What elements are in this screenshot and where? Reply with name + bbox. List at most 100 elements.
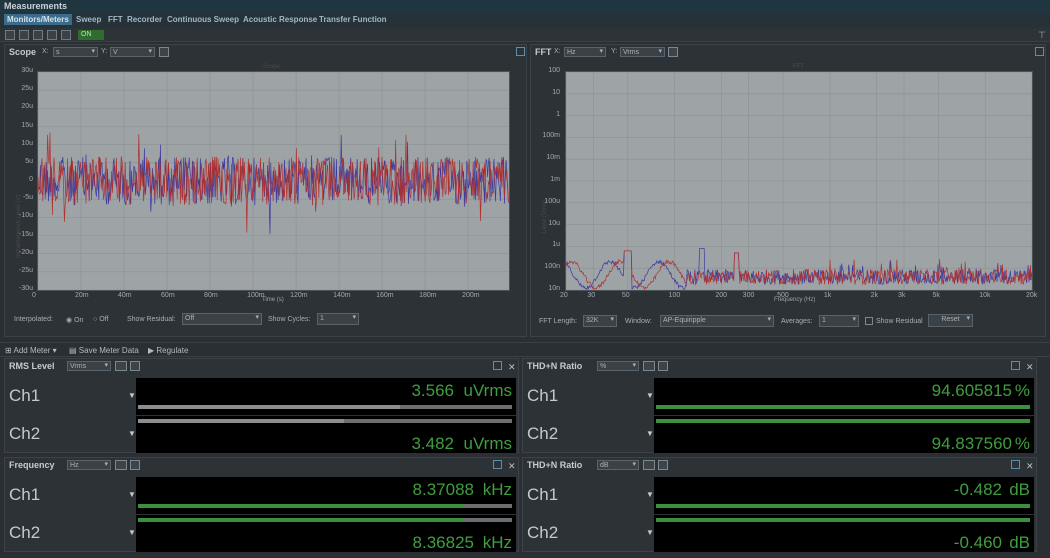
scope-x-tick: 0 — [32, 292, 36, 299]
tab-fft[interactable]: FFT — [108, 15, 123, 24]
record-icon[interactable] — [47, 30, 57, 40]
export-icon[interactable] — [61, 30, 71, 40]
scope-popout-icon[interactable] — [516, 47, 525, 56]
tab-monitors-meters[interactable]: Monitors/Meters — [4, 14, 72, 25]
channel-dropdown-icon[interactable]: ▼ — [128, 528, 136, 537]
tab-continuous-sweep[interactable]: Continuous Sweep — [167, 15, 239, 24]
meter-list-icon[interactable] — [115, 460, 127, 470]
regulate-label: Regulate — [156, 346, 189, 355]
grid-icon[interactable] — [19, 30, 29, 40]
meter-title: RMS Level — [9, 361, 55, 371]
channel-dropdown-icon[interactable]: ▼ — [128, 490, 136, 499]
scope-plot-area[interactable] — [37, 71, 510, 291]
scope-x-tick: 200m — [462, 292, 480, 299]
fft-x-tick: 20 — [560, 292, 568, 299]
meter-unit-select[interactable]: Hz — [67, 460, 111, 470]
fft-length-label: FFT Length: — [539, 318, 578, 325]
meter-readout: 8.37088 kHz — [136, 477, 516, 514]
fft-popout-icon[interactable] — [1035, 47, 1044, 56]
meter-popout-icon[interactable] — [1011, 460, 1020, 469]
scope-y-tick: -30u — [18, 285, 33, 292]
fft-y-tick: 100n — [544, 263, 560, 271]
fft-plot-area[interactable] — [565, 71, 1033, 291]
fft-x-unit-select[interactable]: Hz — [564, 47, 606, 57]
meter-settings-icon[interactable] — [130, 460, 140, 470]
channel-dropdown-icon[interactable]: ▼ — [128, 391, 136, 400]
meter-unit-select[interactable]: dB — [597, 460, 639, 470]
add-meter-button[interactable]: ⊞ Add Meter ▾ — [5, 346, 57, 355]
meter-unit-select[interactable]: Vrms — [67, 361, 111, 371]
fft-y-tick: 100 — [548, 67, 560, 74]
meter-bar — [138, 405, 400, 409]
window-select[interactable]: AP-Equiripple — [660, 315, 774, 327]
tab-sweep[interactable]: Sweep — [76, 15, 101, 24]
meter-unit: dB — [1009, 480, 1030, 499]
measurement-tabs: Monitors/Meters Sweep FFT Recorder Conti… — [0, 13, 1050, 28]
interpolated-off-label: Off — [99, 316, 109, 323]
meter-settings-icon[interactable] — [658, 361, 668, 371]
meter-toolbar: ⊞ Add Meter ▾ ▤ Save Meter Data ▶ Regula… — [0, 342, 1050, 357]
channel-label: Ch2 — [527, 523, 559, 542]
show-cycles-stepper[interactable]: 1 — [317, 313, 359, 325]
scope-y-tick: -25u — [18, 266, 33, 274]
channel-dropdown-icon[interactable]: ▼ — [646, 391, 654, 400]
save-meter-data-button[interactable]: ▤ Save Meter Data — [69, 346, 139, 355]
meter-settings-icon[interactable] — [130, 361, 140, 371]
scope-x-tick: 20m — [75, 292, 89, 299]
meter-unit: kHz — [482, 533, 512, 552]
tab-transfer-function[interactable]: Transfer Function — [319, 15, 387, 24]
meter-unit: kHz — [482, 480, 512, 499]
reset-button[interactable]: Reset — [928, 314, 973, 327]
meter-settings-icon[interactable] — [658, 460, 668, 470]
meter-unit: % — [1014, 434, 1030, 453]
interpolated-off-radio[interactable]: ○ Off — [93, 316, 108, 323]
meter-close-icon[interactable]: ✕ — [508, 461, 516, 472]
interpolated-label: Interpolated: — [14, 316, 53, 323]
fft-y-tick: 10n — [548, 285, 560, 292]
meter-list-icon[interactable] — [643, 460, 655, 470]
fft-ch1-trace — [566, 250, 1032, 290]
show-residual-select[interactable]: Off — [182, 313, 262, 325]
meter-list-icon[interactable] — [643, 361, 655, 371]
channel-dropdown-icon[interactable]: ▼ — [128, 429, 136, 438]
interpolated-on-radio[interactable]: ◉ On — [66, 316, 83, 324]
show-residual-checkbox[interactable] — [865, 317, 873, 325]
tab-acoustic-response[interactable]: Acoustic Response — [243, 15, 317, 24]
window-label: Window: — [625, 318, 652, 325]
layout-icon[interactable] — [5, 30, 15, 40]
tab-recorder[interactable]: Recorder — [127, 15, 162, 24]
channel-dropdown-icon[interactable]: ▼ — [646, 429, 654, 438]
meter-popout-icon[interactable] — [1011, 361, 1020, 370]
fft-y-tick: 1m — [550, 176, 560, 183]
meter-close-icon[interactable]: ✕ — [1026, 362, 1034, 373]
meter-close-icon[interactable]: ✕ — [508, 362, 516, 373]
meter-close-icon[interactable]: ✕ — [1026, 461, 1034, 472]
meter-popout-icon[interactable] — [493, 361, 502, 370]
meter-bar — [656, 518, 1030, 522]
fft-settings-icon[interactable] — [668, 47, 678, 57]
pin-icon[interactable]: ⊤ — [1038, 30, 1046, 40]
channel-label: Ch1 — [9, 386, 41, 405]
meter-readout: 8.36825 kHz — [136, 515, 516, 552]
regulate-button[interactable]: ▶ Regulate — [148, 346, 188, 355]
fft-traces — [566, 72, 1032, 290]
generator-on-toggle[interactable]: ON — [78, 30, 104, 40]
fft-y-unit-select[interactable]: Vrms — [620, 47, 665, 57]
scope-y-unit-select[interactable]: V — [110, 47, 155, 57]
channel-dropdown-icon[interactable]: ▼ — [646, 490, 654, 499]
meter-unit-select[interactable]: % — [597, 361, 639, 371]
scope-x-tick: 160m — [376, 292, 394, 299]
scope-settings-icon[interactable] — [159, 47, 169, 57]
averages-stepper[interactable]: 1 — [819, 315, 859, 327]
meter-readout: 94.837560% — [654, 416, 1034, 453]
split-icon[interactable] — [33, 30, 43, 40]
scope-x-unit-select[interactable]: s — [53, 47, 98, 57]
meter-list-icon[interactable] — [115, 361, 127, 371]
meter-popout-icon[interactable] — [493, 460, 502, 469]
channel-dropdown-icon[interactable]: ▼ — [646, 528, 654, 537]
fft-length-select[interactable]: 32K — [583, 315, 617, 327]
meter-value: 94.605815 — [931, 381, 1012, 400]
channel-label: Ch1 — [9, 485, 41, 504]
scope-x-axis-name: Time (s) — [262, 297, 284, 303]
fft-x-tick: 3k — [898, 292, 906, 299]
